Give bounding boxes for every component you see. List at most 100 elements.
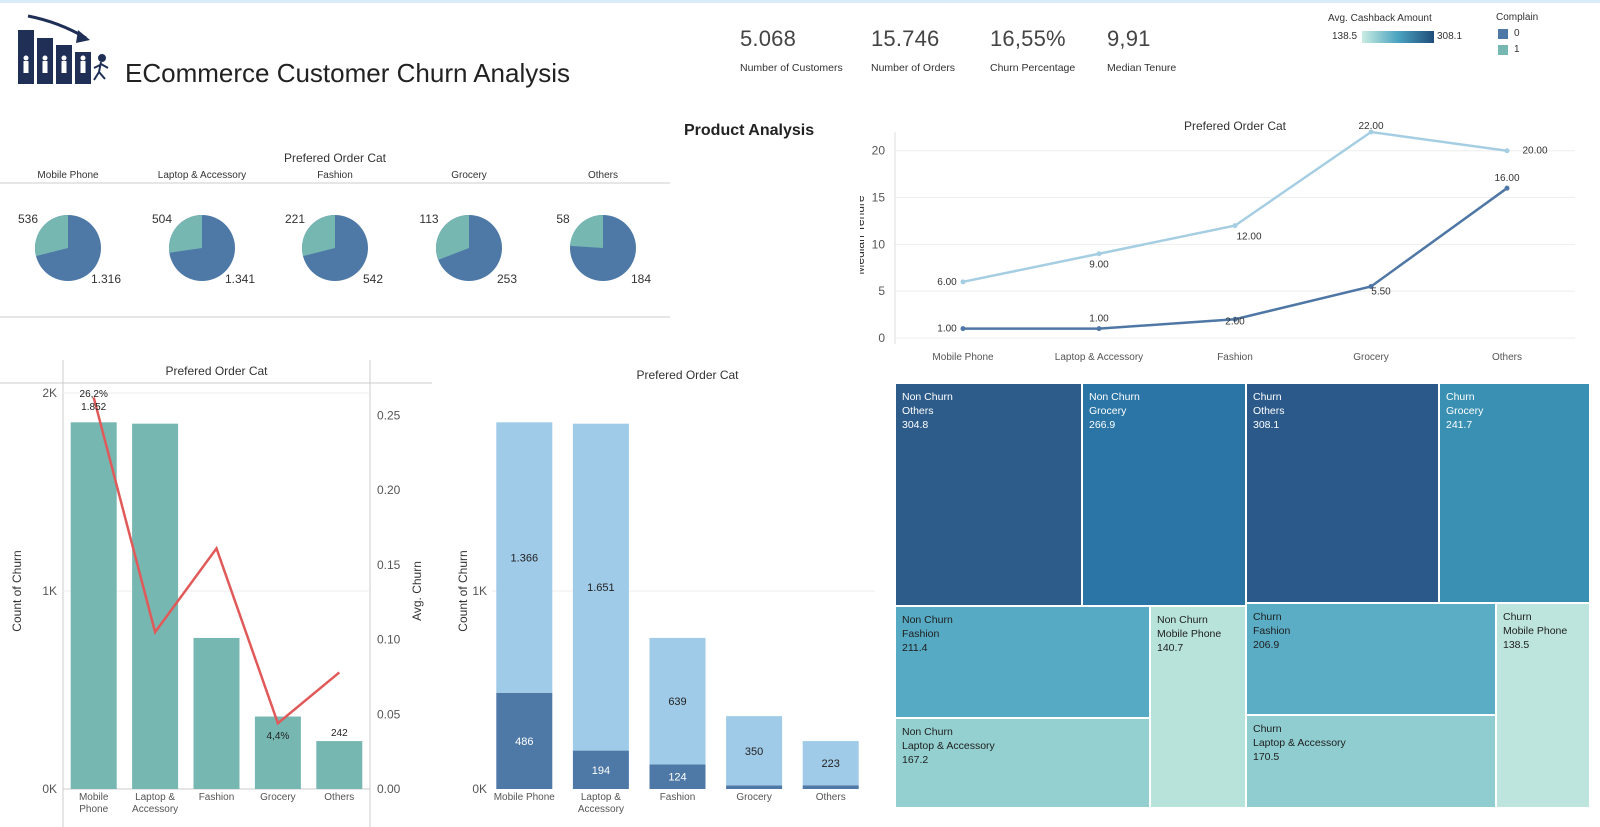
treemap-cell[interactable]: Non Churn Others 304.8	[895, 383, 1082, 606]
pie-category-label: Laptop & Accessory	[158, 170, 246, 181]
treemap-cell[interactable]: Non Churn Fashion 211.4	[895, 606, 1150, 718]
kpi-customers: 5.068 Number of Customers	[740, 26, 843, 74]
kpi-value: 15.746	[871, 26, 940, 51]
y-tick-label: 1K	[472, 584, 487, 598]
legend-label-1: 1	[1514, 44, 1520, 55]
x-tick-label: Mobile Phone	[494, 792, 556, 803]
treemap-cell-value: 241.7	[1446, 419, 1473, 431]
treemap-cell[interactable]: Churn Others 308.1	[1246, 383, 1439, 603]
legend-label-0: 0	[1514, 28, 1520, 39]
tenure-data-label: 2.00	[1225, 316, 1245, 327]
y2-axis-label: Avg. Churn	[410, 561, 424, 621]
churn-count-combo-chart: Prefered Order Cat 2K 1K 0K 0.25 0.20 0.15 0.10…	[0, 360, 432, 827]
pie-chart-panel: Prefered Order Cat Mobile Phone 536 1.316 La…	[0, 151, 670, 318]
treemap-cell-group: Non Churn	[902, 726, 953, 738]
segment-value-label: 1.651	[587, 582, 615, 594]
x-tick-label: Mobile Phone	[932, 352, 994, 363]
product-analysis-heading: Product Analysis	[684, 122, 815, 139]
treemap-cell-value: 140.7	[1157, 642, 1184, 654]
treemap-cell-category: Fashion	[902, 628, 940, 640]
tenure-data-label: 9.00	[1089, 260, 1109, 271]
kpi-churn-percentage: 16,55% Churn Percentage	[990, 26, 1075, 74]
tenure-data-label: 20.00	[1522, 146, 1547, 157]
pie-small-value-label: 113	[419, 212, 438, 226]
treemap-cell-group: Non Churn	[1089, 391, 1140, 403]
y2-tick-label: 0.00	[377, 782, 401, 796]
treemap-cell[interactable]: Non Churn Grocery 266.9	[1082, 383, 1246, 606]
y-tick-label: 2K	[42, 386, 57, 400]
pie-large-value-label: 1.341	[225, 272, 255, 286]
segment-value-label: 639	[668, 696, 686, 708]
y-tick-label: 0	[878, 331, 885, 345]
treemap-cell-group: Churn	[1253, 611, 1282, 623]
treemap-cell-category: Grocery	[1089, 405, 1127, 417]
treemap-cell[interactable]: Churn Grocery 241.7	[1439, 383, 1590, 603]
treemap-cell-group: Churn	[1253, 391, 1282, 403]
pie-small-value-label: 504	[152, 212, 172, 226]
treemap-cell-category: Others	[1253, 405, 1285, 417]
treemap-cell-value: 308.1	[1253, 419, 1280, 431]
line-chart-title: Prefered Order Cat	[1184, 119, 1287, 133]
treemap-cell-value: 211.4	[902, 642, 928, 654]
treemap-cell-group: Non Churn	[902, 391, 953, 403]
churn-count-bar	[316, 741, 363, 789]
stacked-bar-complain-0	[802, 785, 859, 789]
treemap-cell[interactable]: Churn Fashion 206.9	[1246, 603, 1496, 715]
treemap-cell-category: Laptop & Accessory	[1253, 737, 1346, 749]
pie-slice-complain	[570, 215, 603, 248]
x-tick-label: Grocery	[736, 792, 772, 803]
segment-value-label: 486	[515, 736, 533, 748]
treemap-cell[interactable]: Churn Mobile Phone 138.5	[1496, 603, 1590, 808]
treemap-cell-value: 304.8	[902, 419, 929, 431]
churn-count-bar	[193, 637, 240, 789]
cashback-legend-title: Avg. Cashback Amount	[1328, 13, 1432, 24]
pie-panel-header: Prefered Order Cat	[284, 151, 387, 165]
churn-count-bar	[254, 716, 301, 789]
kpi-label: Median Tenure	[1107, 62, 1177, 74]
combo-chart-title: Prefered Order Cat	[165, 364, 268, 378]
pie-slice-complain	[169, 215, 202, 253]
treemap-cell[interactable]: Non Churn Mobile Phone 140.7	[1150, 606, 1246, 808]
y-tick-label: 0K	[472, 782, 487, 796]
tenure-data-label: 22.00	[1358, 121, 1383, 132]
complain-legend-title: Complain	[1496, 12, 1539, 23]
x-tick-label: Laptop & Accessory	[132, 792, 178, 815]
segment-value-label: 350	[745, 746, 763, 758]
y-tick-label: 15	[872, 191, 886, 205]
segment-value-label: 223	[822, 758, 840, 770]
kpi-label: Number of Orders	[871, 62, 956, 74]
cashback-legend-max: 308.1	[1437, 31, 1463, 42]
tenure-data-point	[1504, 148, 1510, 154]
treemap-cell[interactable]: Non Churn Laptop & Accessory 167.2	[895, 718, 1150, 808]
y-tick-label: 20	[872, 144, 886, 158]
segment-value-label: 1.366	[511, 553, 539, 565]
x-tick-label: Others	[1492, 352, 1522, 363]
treemap-cell-category: Fashion	[1253, 625, 1291, 637]
bar-value-label: 242	[331, 728, 348, 739]
y-axis-label: Median Tenure	[860, 195, 867, 274]
y-tick-label: 1K	[42, 584, 57, 598]
treemap-cell-group: Non Churn	[1157, 614, 1208, 626]
treemap-cell-category: Others	[902, 405, 934, 417]
x-tick-label: Laptop & Accessory	[578, 792, 624, 815]
y-tick-label: 0K	[42, 782, 57, 796]
tenure-data-label: 1.00	[1089, 314, 1109, 325]
legend-swatch-1	[1498, 45, 1508, 55]
treemap-cell-group: Non Churn	[902, 614, 953, 626]
tenure-data-point	[960, 279, 966, 285]
x-tick-label: Fashion	[1217, 352, 1253, 363]
tenure-series-line	[962, 130, 1508, 284]
cashback-treemap: Non Churn Others 304.8 Non Churn Grocery 266.…	[895, 383, 1590, 808]
treemap-cell-category: Mobile Phone	[1157, 628, 1222, 640]
treemap-cell-group: Churn	[1446, 391, 1475, 403]
treemap-cell-value: 138.5	[1503, 639, 1530, 651]
y2-tick-label: 0.20	[377, 483, 401, 497]
pie-category-label: Grocery	[451, 170, 487, 181]
pie-category-label: Others	[588, 170, 618, 181]
segment-value-label: 194	[592, 765, 610, 777]
kpi-median-tenure: 9,91 Median Tenure	[1107, 26, 1176, 74]
cashback-gradient	[1362, 31, 1434, 43]
tenure-data-point	[1504, 185, 1510, 191]
segment-value-label: 124	[668, 772, 686, 784]
treemap-cell[interactable]: Churn Laptop & Accessory 170.5	[1246, 715, 1496, 808]
